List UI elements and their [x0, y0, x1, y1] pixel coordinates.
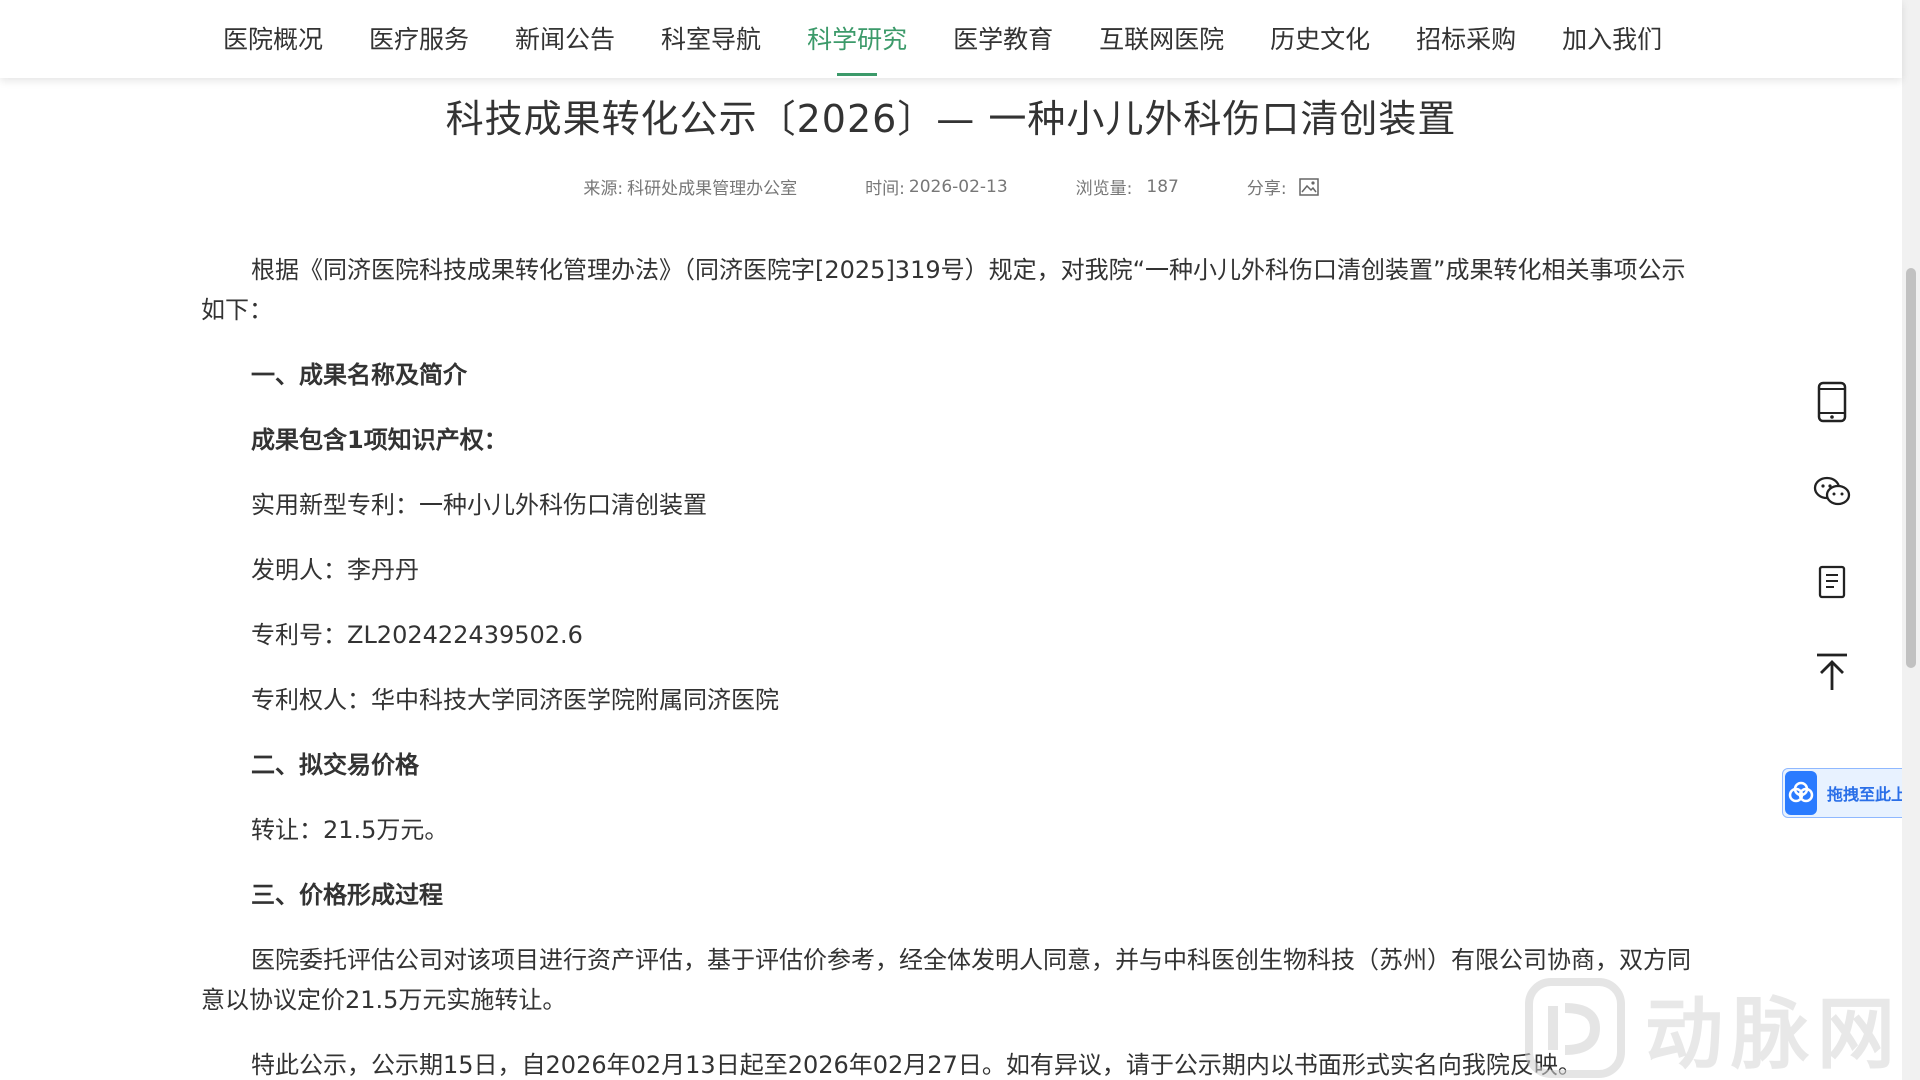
meta-source-value: 科研处成果管理办公室 [627, 179, 798, 199]
meta-share-label: 分享: [1246, 179, 1287, 199]
nav-item-departments[interactable]: 科室导航 [638, 0, 784, 78]
nav-item-hospital-overview[interactable]: 医院概况 [200, 0, 346, 78]
top-navigation: 医院概况 医疗服务 新闻公告 科室导航 科学研究 医学教育 互联网医院 历史文化… [0, 0, 1902, 78]
nav-item-education[interactable]: 医学教育 [930, 0, 1076, 78]
meta-views-value: 187 [1146, 176, 1179, 197]
intro-paragraph: 根据《同济医院科技成果转化管理办法》（同济医院字[2025]319号）规定，对我… [201, 256, 1686, 324]
meta-views-label: 浏览量: [1075, 179, 1133, 199]
nav-item-news[interactable]: 新闻公告 [492, 0, 638, 78]
nav-item-history[interactable]: 历史文化 [1247, 0, 1393, 78]
cloud-upload-icon [1785, 771, 1817, 815]
image-share-icon[interactable] [1298, 177, 1319, 196]
meta-time-value: 2026-02-13 [908, 176, 1008, 197]
watermark-text: 动脉网 [1645, 990, 1904, 1080]
back-to-top-icon[interactable] [1800, 640, 1864, 704]
section-heading-3: 三、价格形成过程 [251, 881, 443, 909]
page: 医院概况 医疗服务 新闻公告 科室导航 科学研究 医学教育 互联网医院 历史文化… [0, 0, 1920, 1080]
watermark-logo-icon [1525, 978, 1625, 1078]
nav-list: 医院概况 医疗服务 新闻公告 科室导航 科学研究 医学教育 互联网医院 历史文化… [200, 0, 1685, 78]
nav-item-join-us[interactable]: 加入我们 [1539, 0, 1685, 78]
meta-views: 浏览量: 187 [1075, 174, 1179, 200]
section-heading-2: 二、拟交易价格 [251, 751, 419, 779]
ip-heading: 成果包含1项知识产权： [251, 426, 508, 454]
notice-paragraph: 特此公示，公示期15日，自2026年02月13日起至2026年02月27日。如有… [251, 1051, 1582, 1079]
scrollbar-thumb[interactable] [1906, 268, 1916, 668]
upload-widget[interactable]: 拖拽至此上传 [1782, 768, 1920, 818]
nav-item-research[interactable]: 科学研究 [784, 0, 930, 78]
patent-type: 实用新型专利：一种小儿外科伤口清创装置 [251, 491, 707, 519]
meta-share: 分享: [1247, 174, 1319, 199]
section-heading-1: 一、成果名称及简介 [251, 361, 467, 389]
pricing-process: 医院委托评估公司对该项目进行资产评估，基于评估价参考，经全体发明人同意，并与中科… [201, 946, 1691, 1014]
article-meta: 来源: 科研处成果管理办公室 时间: 2026-02-13 浏览量: 187 分… [0, 174, 1902, 199]
side-toolbar [1800, 370, 1864, 730]
article-content: 根据《同济医院科技成果转化管理办法》（同济医院字[2025]319号）规定，对我… [201, 250, 1701, 1080]
nav-item-internet-hospital[interactable]: 互联网医院 [1076, 0, 1247, 78]
article-title: 科技成果转化公示〔2026〕— 一种小儿外科伤口清创装置 [445, 97, 1457, 141]
patent-number: 专利号：ZL202422439502.6 [251, 621, 583, 649]
nav-item-medical-services[interactable]: 医疗服务 [346, 0, 492, 78]
watermark: 动脉网 [1525, 976, 1905, 1080]
inventor: 发明人：李丹丹 [251, 556, 419, 584]
meta-time: 时间: 2026-02-13 [865, 174, 1008, 200]
meta-source: 来源: 科研处成果管理办公室 [583, 174, 797, 199]
bookmark-icon[interactable] [1800, 550, 1864, 614]
meta-source-label: 来源: [583, 179, 624, 199]
mobile-icon[interactable] [1800, 370, 1864, 434]
transfer-price: 转让：21.5万元。 [251, 816, 449, 844]
wechat-icon[interactable] [1800, 460, 1864, 524]
nav-item-procurement[interactable]: 招标采购 [1393, 0, 1539, 78]
meta-time-label: 时间: [865, 179, 905, 199]
patentee: 专利权人：华中科技大学同济医学院附属同济医院 [251, 686, 779, 714]
